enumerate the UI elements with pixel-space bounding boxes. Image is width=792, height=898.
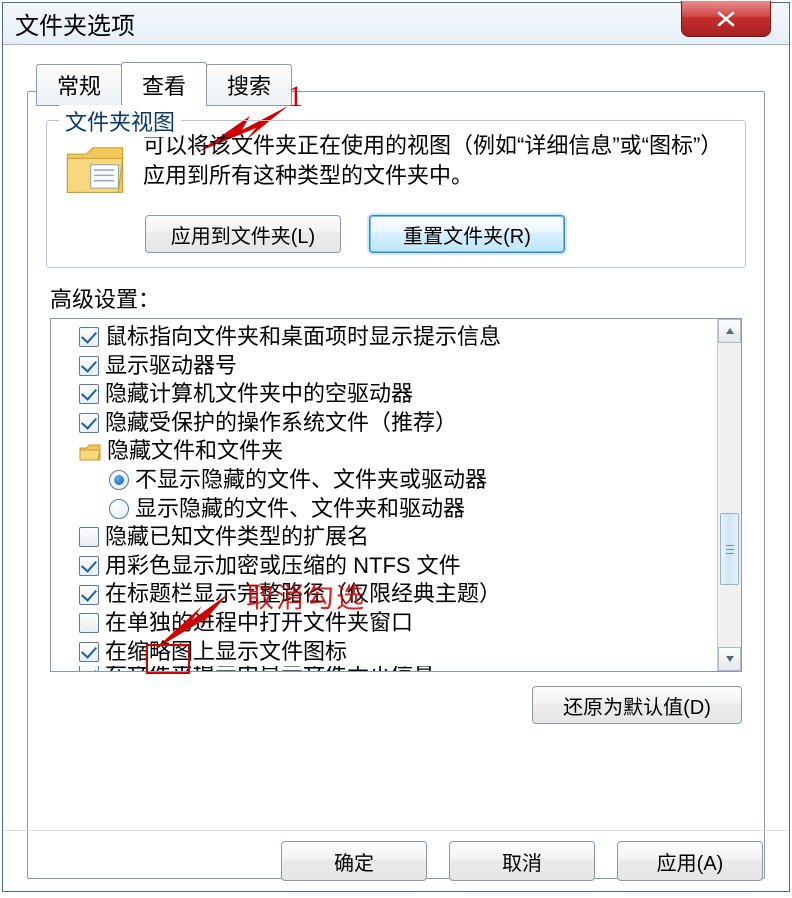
checkbox[interactable] [79, 384, 99, 404]
scrollbar-up-button[interactable] [718, 319, 741, 343]
radio[interactable] [109, 470, 129, 490]
list-item[interactable]: 显示隐藏的文件、文件夹和驱动器 [55, 495, 713, 524]
dialog-button-row: 确定 取消 应用(A) [3, 830, 789, 881]
list-item-label: 在缩略图上显示文件图标 [105, 638, 347, 667]
apply-to-folders-button[interactable]: 应用到文件夹(L) [145, 215, 341, 253]
close-icon [716, 11, 736, 27]
list-item[interactable]: 隐藏已知文件类型的扩展名 [55, 523, 713, 552]
close-button[interactable] [681, 1, 771, 37]
list-item[interactable]: 在缩略图上显示文件图标 [55, 638, 713, 667]
scrollbar-down-button[interactable] [718, 647, 741, 671]
checkbox[interactable] [79, 585, 99, 605]
titlebar: 文件夹选项 [3, 3, 789, 45]
folderview-description: 可以将该文件夹正在使用的视图（例如“详细信息”或“图标”）应用到所有这种类型的文… [143, 131, 731, 190]
advanced-settings-list[interactable]: 鼠标指向文件夹和桌面项时显示提示信息显示驱动器号隐藏计算机文件夹中的空驱动器隐藏… [51, 319, 717, 671]
list-item[interactable]: 在标题栏显示完整路径（仅限经典主题） [55, 580, 713, 609]
list-item-label: 鼠标指向文件夹和桌面项时显示提示信息 [105, 323, 501, 352]
client-area: 常规 查看 搜索 1 文件夹视图 [3, 45, 789, 891]
list-item[interactable]: 不显示隐藏的文件、文件夹或驱动器 [55, 466, 713, 495]
list-item-label: 隐藏受保护的操作系统文件（推荐） [105, 409, 457, 438]
list-item-label: 显示隐藏的文件、文件夹和驱动器 [135, 495, 465, 524]
folderview-legend: 文件夹视图 [59, 105, 181, 137]
ok-button[interactable]: 确定 [281, 841, 427, 881]
advanced-settings-label: 高级设置： [50, 282, 764, 314]
folder-icon [79, 443, 101, 461]
list-item-label: 不显示隐藏的文件、文件夹或驱动器 [135, 466, 487, 495]
tab-general[interactable]: 常规 [36, 64, 122, 106]
list-item[interactable]: 隐藏受保护的操作系统文件（推荐） [55, 409, 713, 438]
cancel-button[interactable]: 取消 [449, 841, 595, 881]
list-item-label: 在标题栏显示完整路径（仅限经典主题） [105, 580, 501, 609]
list-item-label: 在文件夹提示中显示文件大小信息 [105, 666, 435, 671]
restore-defaults-button[interactable]: 还原为默认值(D) [532, 686, 742, 724]
list-item-label: 隐藏计算机文件夹中的空驱动器 [105, 380, 413, 409]
list-item-label: 显示驱动器号 [105, 352, 237, 381]
list-item[interactable]: 隐藏文件和文件夹 [55, 437, 713, 466]
checkbox[interactable] [79, 666, 99, 671]
tab-panel: 常规 查看 搜索 1 文件夹视图 [27, 91, 765, 879]
list-item-label: 用彩色显示加密或压缩的 NTFS 文件 [105, 552, 461, 581]
list-item[interactable]: 鼠标指向文件夹和桌面项时显示提示信息 [55, 323, 713, 352]
scrollbar-thumb[interactable] [720, 513, 739, 585]
folder-options-dialog: 文件夹选项 常规 查看 搜索 1 文件夹视图 [2, 2, 790, 892]
list-item[interactable]: 在单独的进程中打开文件夹窗口 [55, 609, 713, 638]
window-title: 文件夹选项 [15, 6, 135, 41]
list-item-label: 隐藏已知文件类型的扩展名 [105, 523, 369, 552]
tab-search[interactable]: 搜索 [206, 64, 292, 106]
radio[interactable] [109, 499, 129, 519]
tab-view[interactable]: 查看 [121, 62, 207, 104]
checkbox[interactable] [79, 613, 99, 633]
list-item[interactable]: 隐藏计算机文件夹中的空驱动器 [55, 380, 713, 409]
checkbox[interactable] [79, 356, 99, 376]
list-item-label: 隐藏文件和文件夹 [107, 437, 283, 466]
advanced-settings-listbox: 鼠标指向文件夹和桌面项时显示提示信息显示驱动器号隐藏计算机文件夹中的空驱动器隐藏… [50, 318, 742, 672]
folderview-groupbox: 文件夹视图 可以将该文件夹正在使用的视图（例如“详细信息”或“图标”）应用到所有… [46, 120, 746, 268]
checkbox[interactable] [79, 556, 99, 576]
list-item[interactable]: 在文件夹提示中显示文件大小信息 [55, 666, 713, 671]
list-item[interactable]: 用彩色显示加密或压缩的 NTFS 文件 [55, 552, 713, 581]
checkbox[interactable] [79, 413, 99, 433]
checkbox[interactable] [79, 327, 99, 347]
apply-button[interactable]: 应用(A) [617, 841, 763, 881]
folder-icon [61, 135, 129, 203]
scrollbar-vertical [717, 319, 741, 671]
checkbox[interactable] [79, 527, 99, 547]
scrollbar-track[interactable] [718, 343, 741, 647]
tabs-strip: 常规 查看 搜索 [36, 62, 291, 104]
list-item[interactable]: 显示驱动器号 [55, 352, 713, 381]
checkbox[interactable] [79, 642, 99, 662]
reset-folders-button[interactable]: 重置文件夹(R) [369, 215, 565, 253]
list-item-label: 在单独的进程中打开文件夹窗口 [105, 609, 413, 638]
